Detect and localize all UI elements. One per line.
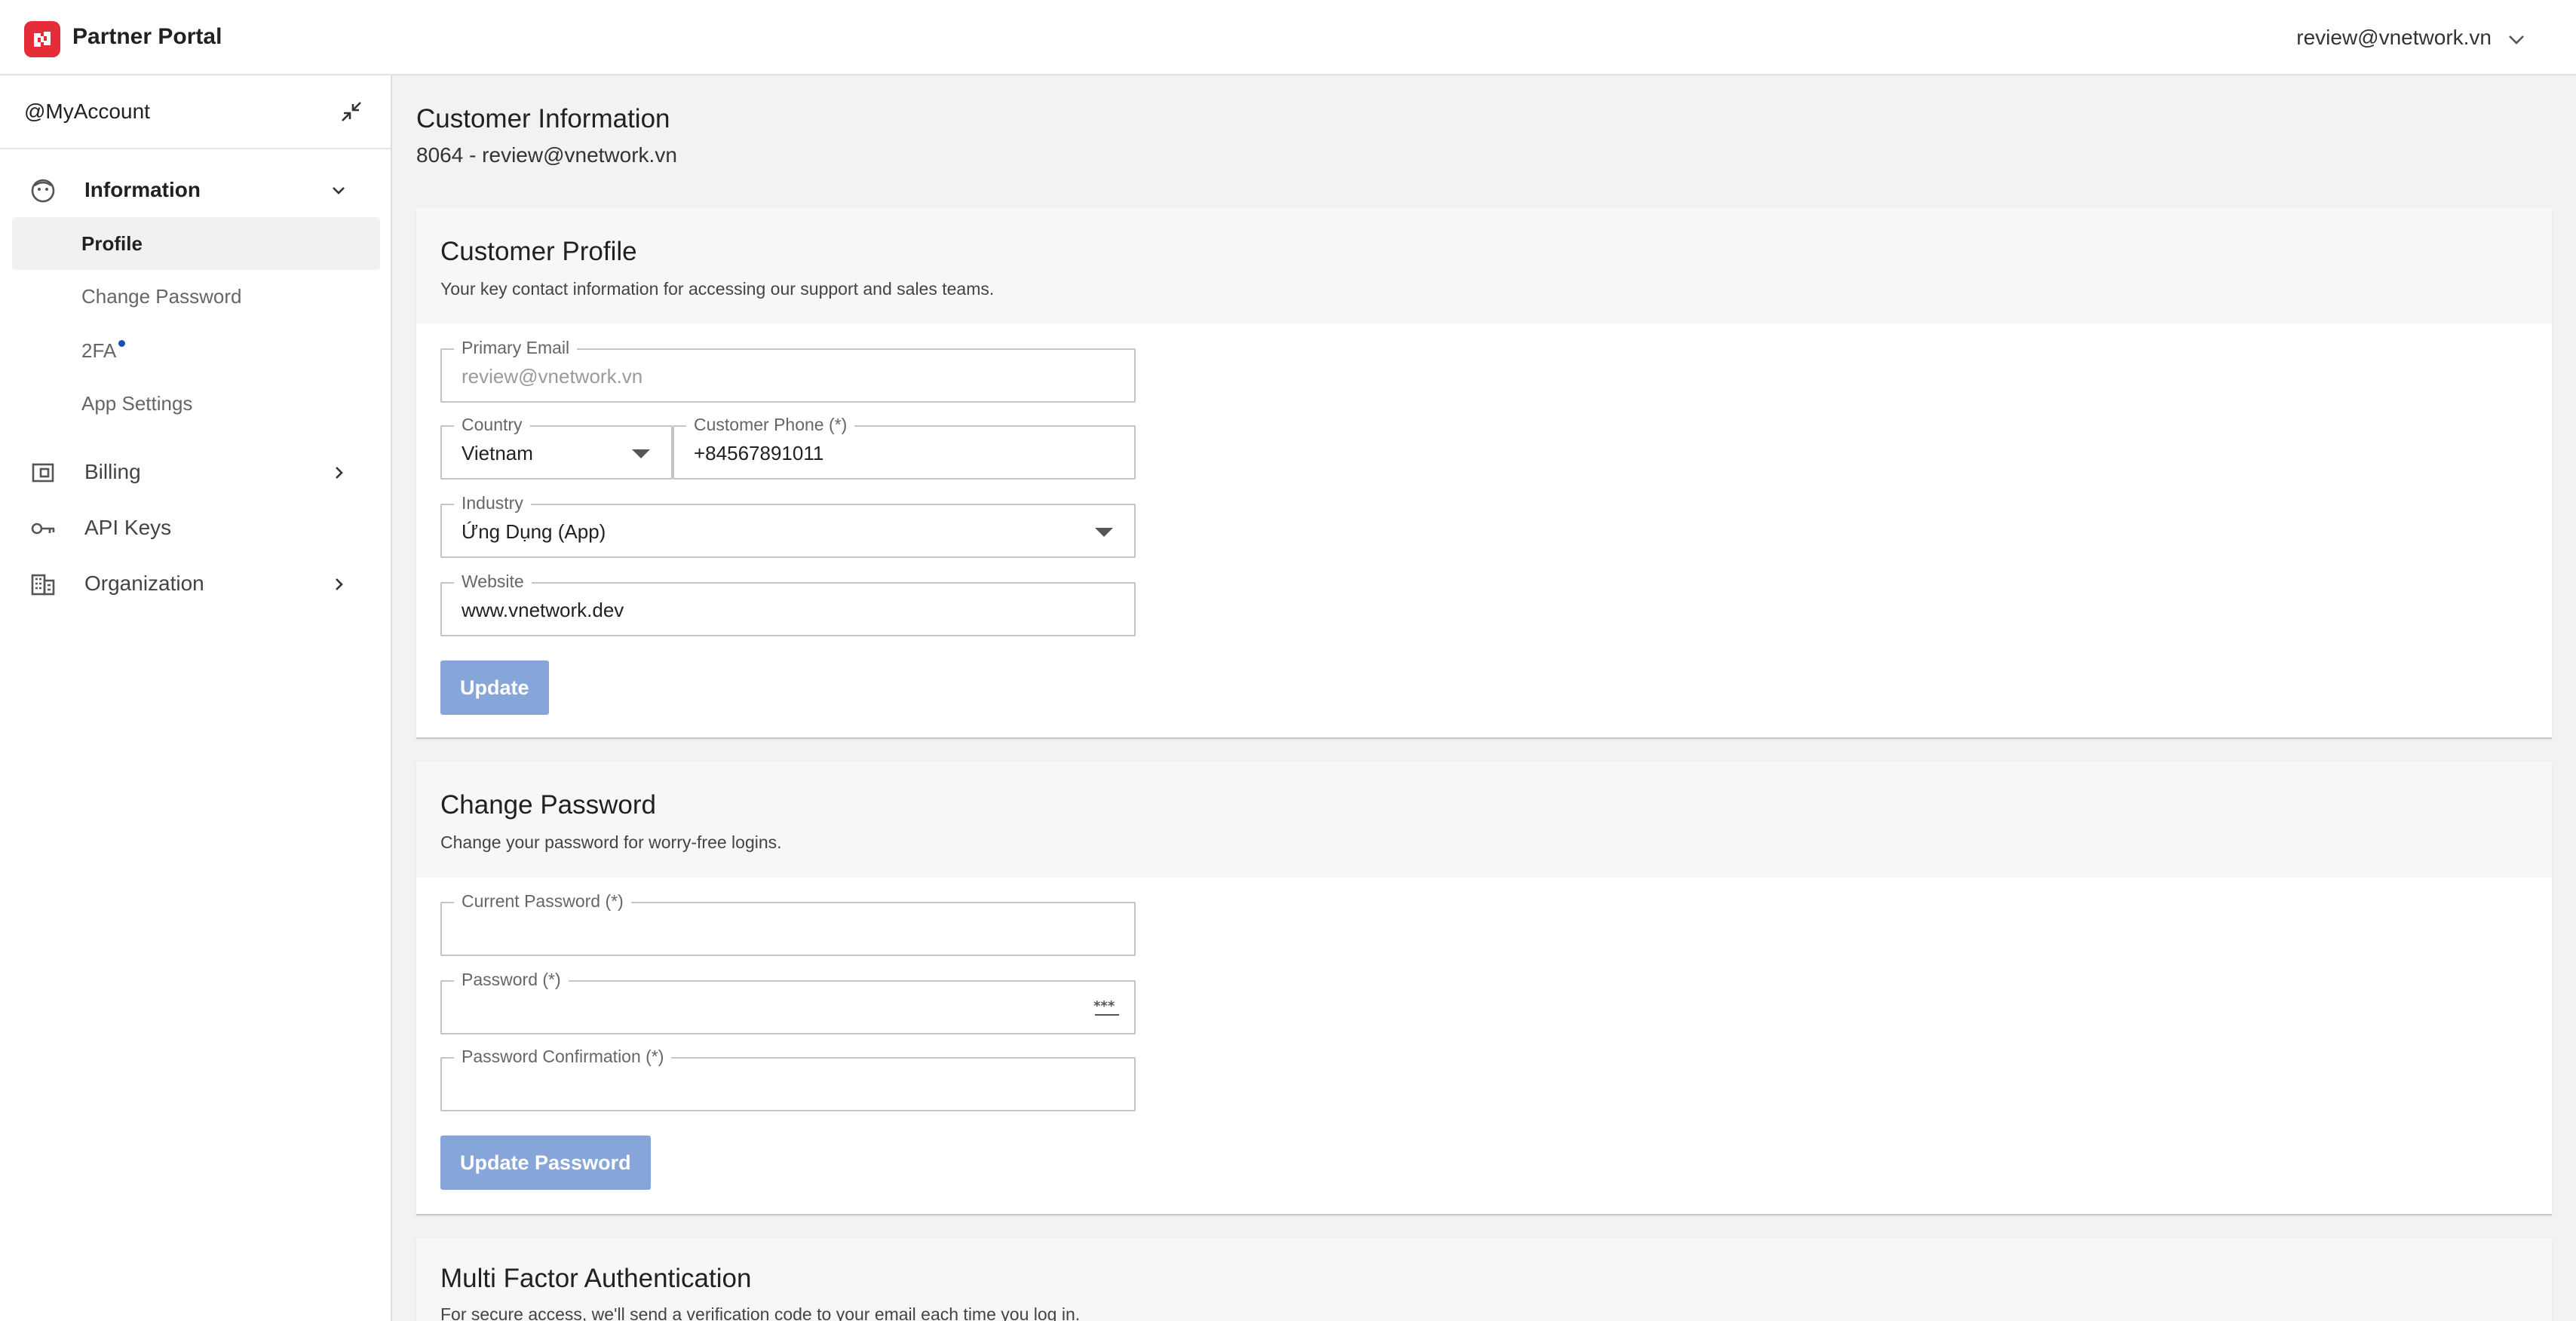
sidebar-group-label: Information [84, 178, 201, 201]
card-header: Customer Profile Your key contact inform… [416, 208, 2552, 324]
sidebar-item-2fa[interactable]: 2FA [12, 324, 380, 377]
field-value: +84567891011 [694, 442, 824, 464]
sidebar-item-label-wrap: 2FA [81, 339, 126, 363]
svg-text:***: *** [1093, 998, 1115, 1014]
mfa-card: Multi Factor Authentication For secure a… [416, 1238, 2552, 1321]
field-label: Password Confirmation (*) [454, 1045, 672, 1068]
sidebar-item-profile[interactable]: Profile [12, 217, 380, 270]
card-description: Your key contact information for accessi… [440, 279, 995, 299]
dropdown-caret-icon [1095, 528, 1113, 537]
chevron-down-icon [333, 187, 345, 195]
sidebar-divider [0, 148, 391, 149]
password-confirmation-input[interactable]: Password Confirmation (*) [440, 1045, 1136, 1111]
dropdown-caret-icon [632, 449, 650, 458]
smiley-face-icon [31, 179, 55, 203]
password-mask-icon[interactable]: *** [1092, 998, 1122, 1019]
page-title: Customer Information [416, 104, 670, 133]
sidebar-group-label: Billing [84, 460, 141, 483]
card-title: Change Password [440, 790, 656, 820]
sidebar-group-organization[interactable]: Organization [12, 559, 380, 608]
card-description: Change your password for worry-free logi… [440, 832, 782, 852]
notification-dot [118, 340, 126, 347]
primary-email-field: Primary Email review@vnetwork.vn [440, 336, 1136, 403]
card-header: Change Password Change your password for… [416, 762, 2552, 878]
top-bar: Partner Portal review@vnetwork.vn [0, 0, 2576, 75]
country-select[interactable]: Country Vietnam [440, 413, 673, 480]
chevron-right-icon [336, 467, 343, 479]
sidebar-item-change-password[interactable]: Change Password [12, 270, 380, 323]
chevron-down-icon[interactable] [2505, 29, 2528, 51]
update-button[interactable]: Update [440, 660, 549, 715]
field-value: Vietnam [462, 442, 533, 464]
brand-logo-icon[interactable] [24, 21, 60, 57]
field-label: Password (*) [454, 968, 569, 991]
card-description: For secure access, we'll send a verifica… [440, 1304, 1081, 1321]
field-label: Primary Email [454, 336, 578, 359]
website-input[interactable]: Website www.vnetwork.dev [440, 570, 1136, 636]
customer-profile-card: Customer Profile Your key contact inform… [416, 208, 2552, 739]
update-password-button[interactable]: Update Password [440, 1136, 651, 1190]
current-password-input[interactable]: Current Password (*) [440, 890, 1136, 956]
page-subtitle: 8064 - review@vnetwork.vn [416, 143, 677, 167]
field-label: Current Password (*) [454, 890, 631, 912]
field-label: Customer Phone (*) [686, 413, 855, 436]
wallet-icon [32, 463, 54, 483]
brand-name[interactable]: Partner Portal [72, 24, 222, 50]
sidebar-group-label: API Keys [84, 516, 172, 539]
industry-select[interactable]: Industry Ứng Dụng (App) [440, 492, 1136, 558]
sidebar-group-information[interactable]: Information [12, 166, 380, 214]
sidebar-item-app-settings[interactable]: App Settings [12, 377, 380, 430]
field-value: www.vnetwork.dev [462, 599, 624, 621]
card-title: Customer Profile [440, 237, 637, 266]
key-icon [31, 523, 55, 535]
sidebar-group-api-keys[interactable]: API Keys [12, 504, 380, 552]
sidebar-group-label: Organization [84, 572, 204, 595]
new-password-input[interactable]: Password (*) *** [440, 968, 1136, 1034]
sidebar-item-label: App Settings [81, 392, 193, 415]
field-value: Ứng Dụng (App) [462, 520, 606, 543]
field-value: review@vnetwork.vn [462, 365, 643, 388]
change-password-card: Change Password Change your password for… [416, 762, 2552, 1215]
sidebar-item-label: 2FA [81, 339, 117, 362]
sidebar-item-label: Change Password [81, 285, 242, 308]
customer-phone-input[interactable]: Customer Phone (*) +84567891011 [673, 413, 1136, 480]
field-label: Industry [454, 492, 531, 514]
sidebar-group-billing[interactable]: Billing [12, 448, 380, 496]
user-email[interactable]: review@vnetwork.vn [2296, 26, 2492, 50]
field-label: Country [454, 413, 530, 436]
chevron-right-icon [336, 578, 343, 590]
field-label: Website [454, 570, 532, 593]
sidebar-item-label: Profile [81, 232, 143, 255]
building-icon [31, 574, 55, 596]
collapse-arrows-icon[interactable] [338, 98, 365, 125]
card-header: Multi Factor Authentication For secure a… [416, 1238, 2552, 1321]
account-label: @MyAccount [24, 100, 150, 123]
card-title: Multi Factor Authentication [440, 1264, 752, 1293]
sidebar: @MyAccount Information Profile Change Pa… [0, 75, 392, 1321]
